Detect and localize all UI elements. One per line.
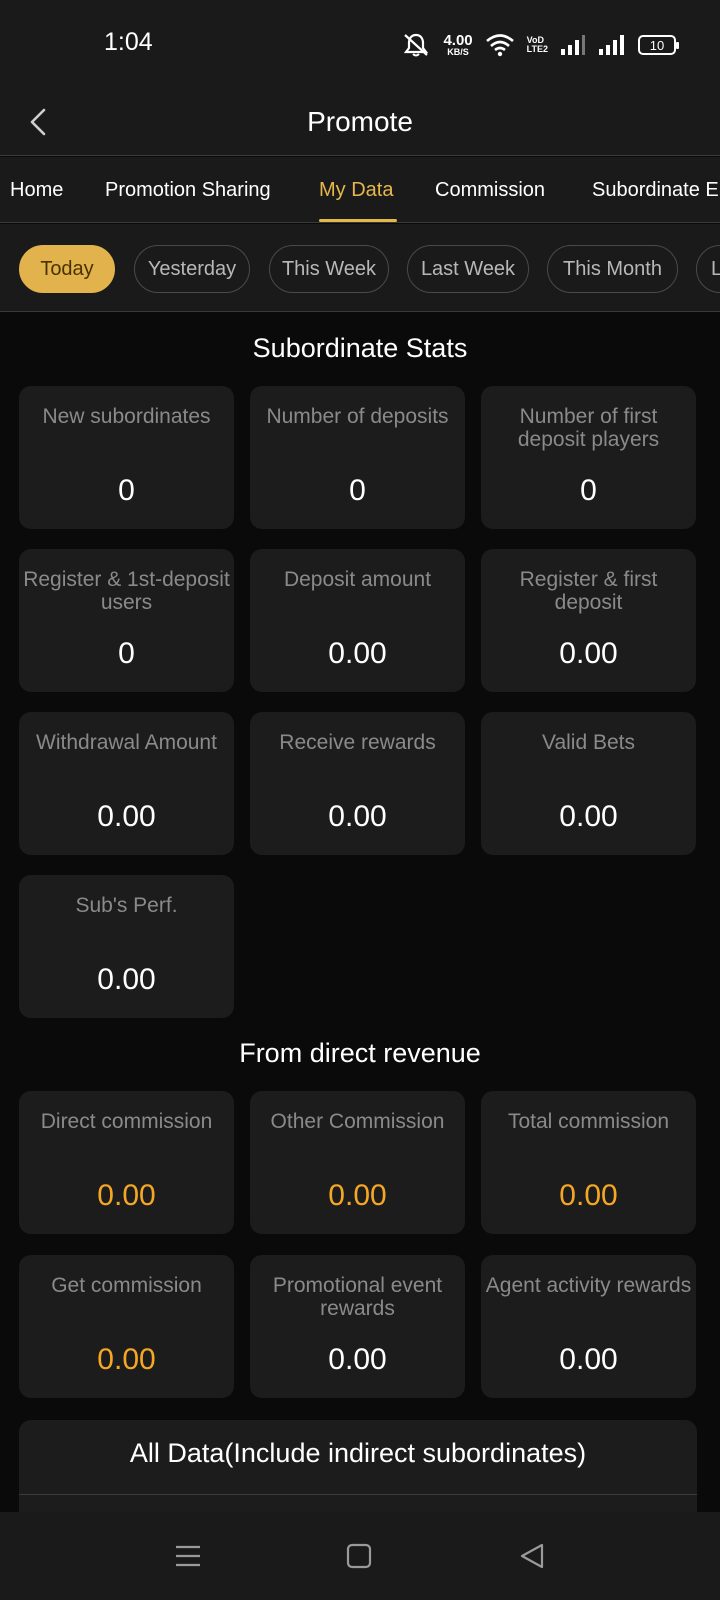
revenue-card-other-commission: Other Commission 0.00 <box>250 1091 465 1234</box>
stat-label: Number of first deposit players <box>517 405 660 451</box>
tab-home[interactable]: Home <box>10 179 63 202</box>
stat-value: 0 <box>580 474 597 507</box>
stat-card-register-1st-deposit-users: Register & 1st-deposit users 0 <box>19 549 234 692</box>
top-tabs: Home Promotion Sharing My Data Commissio… <box>0 157 720 223</box>
wifi-icon <box>485 33 515 57</box>
stat-value: 0.00 <box>97 800 156 833</box>
revenue-value: 0.00 <box>97 1179 156 1212</box>
mute-icon <box>401 32 431 58</box>
active-tab-indicator <box>319 219 397 222</box>
stat-card-deposit-amount: Deposit amount 0.00 <box>250 549 465 692</box>
stat-card-valid-bets: Valid Bets 0.00 <box>481 712 696 855</box>
revenue-label: Get commission <box>51 1274 202 1297</box>
revenue-label: Total commission <box>507 1110 670 1133</box>
signal-sim1-icon <box>560 34 586 56</box>
stat-label: Sub's Perf. <box>75 894 178 917</box>
stat-card-receive-rewards: Receive rewards 0.00 <box>250 712 465 855</box>
revenue-card-get-commission: Get commission 0.00 <box>19 1255 234 1398</box>
menu-icon <box>176 1545 200 1567</box>
stat-value: 0.00 <box>559 800 618 833</box>
stat-value: 0.00 <box>328 800 387 833</box>
page-title: Promote <box>307 106 413 137</box>
filter-today[interactable]: Today <box>19 245 115 293</box>
system-nav-bar <box>0 1512 720 1600</box>
filter-last-week[interactable]: Last Week <box>407 245 529 293</box>
tab-my-data[interactable]: My Data <box>319 179 393 202</box>
stat-value: 0.00 <box>328 637 387 670</box>
stat-value: 0 <box>118 637 135 670</box>
revenue-card-promotional-event-rewards: Promotional event rewards 0.00 <box>250 1255 465 1398</box>
app-header: Promote <box>0 90 720 156</box>
status-time: 1:04 <box>104 28 153 56</box>
filter-this-month[interactable]: This Month <box>547 245 678 293</box>
revenue-card-direct-commission: Direct commission 0.00 <box>19 1091 234 1234</box>
tab-commission[interactable]: Commission <box>435 179 545 202</box>
stat-label: Valid Bets <box>542 731 635 754</box>
revenue-label: Agent activity rewards <box>485 1274 692 1297</box>
revenue-label: Other Commission <box>270 1110 445 1133</box>
stat-card-new-subordinates: New subordinates 0 <box>19 386 234 529</box>
all-data-title: All Data(Include indirect subordinates) <box>129 1438 587 1468</box>
network-speed: 4.00 KB/S <box>443 32 473 57</box>
revenue-card-total-commission: Total commission 0.00 <box>481 1091 696 1234</box>
stat-value: 0 <box>349 474 366 507</box>
revenue-value: 0.00 <box>559 1179 618 1212</box>
stat-value: 0.00 <box>559 637 618 670</box>
filter-last-month[interactable]: L <box>696 245 720 293</box>
all-data-panel: All Data(Include indirect subordinates) <box>19 1420 697 1520</box>
triangle-back-icon <box>520 1543 544 1569</box>
filter-this-week[interactable]: This Week <box>269 245 389 293</box>
tab-promotion-sharing[interactable]: Promotion Sharing <box>105 179 271 202</box>
stat-label: Number of deposits <box>266 405 449 428</box>
stat-label: New subordinates <box>42 405 211 428</box>
revenue-value: 0.00 <box>559 1343 618 1376</box>
status-icons: 4.00 KB/S VoD LTE2 10 <box>401 28 679 62</box>
date-filters: Today Yesterday This Week Last Week This… <box>0 224 720 312</box>
stat-value: 0 <box>118 474 135 507</box>
menu-nav-button[interactable] <box>170 1538 206 1574</box>
revenue-value: 0.00 <box>328 1179 387 1212</box>
stat-card-subs-perf: Sub's Perf. 0.00 <box>19 875 234 1018</box>
stat-label: Register & first deposit <box>519 568 658 614</box>
volte-indicator: VoD LTE2 <box>526 35 548 54</box>
revenue-label: Promotional event rewards <box>272 1274 443 1320</box>
revenue-value: 0.00 <box>97 1343 156 1376</box>
revenue-value: 0.00 <box>328 1343 387 1376</box>
tab-subordinate[interactable]: Subordinate E <box>592 179 719 202</box>
status-bar: 1:04 4.00 KB/S VoD LTE2 10 <box>0 0 720 90</box>
stat-label: Withdrawal Amount <box>36 731 217 754</box>
direct-revenue-title: From direct revenue <box>239 1038 481 1068</box>
subordinate-stats-title: Subordinate Stats <box>252 333 468 363</box>
stat-card-register-first-deposit: Register & first deposit 0.00 <box>481 549 696 692</box>
square-icon <box>346 1543 372 1569</box>
battery-icon: 10 <box>638 35 679 55</box>
signal-sim2-icon <box>598 34 626 56</box>
stat-card-withdrawal-amount: Withdrawal Amount 0.00 <box>19 712 234 855</box>
revenue-card-agent-activity-rewards: Agent activity rewards 0.00 <box>481 1255 696 1398</box>
revenue-label: Direct commission <box>40 1110 213 1133</box>
back-nav-button[interactable] <box>514 1538 550 1574</box>
divider <box>19 1494 697 1495</box>
home-nav-button[interactable] <box>341 1538 377 1574</box>
stat-card-number-of-deposits: Number of deposits 0 <box>250 386 465 529</box>
stat-value: 0.00 <box>97 963 156 996</box>
filter-yesterday[interactable]: Yesterday <box>134 245 250 293</box>
stat-card-first-deposit-players: Number of first deposit players 0 <box>481 386 696 529</box>
stat-label: Register & 1st-deposit users <box>23 568 230 614</box>
stat-label: Receive rewards <box>279 731 436 754</box>
stat-label: Deposit amount <box>283 568 432 591</box>
